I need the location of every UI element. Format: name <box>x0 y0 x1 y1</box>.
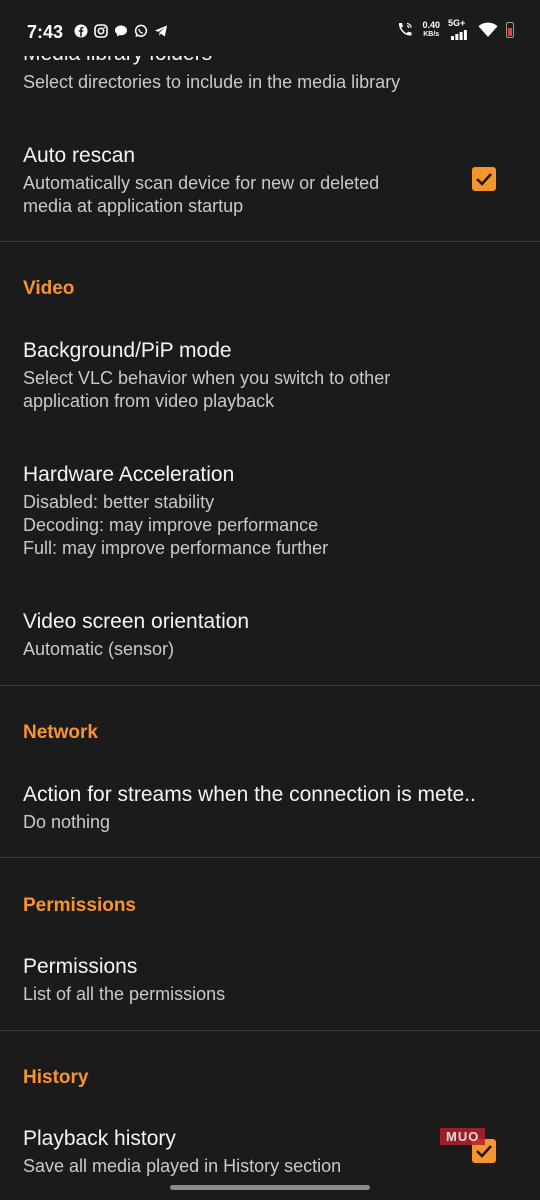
video-orientation-subtitle: Automatic (sensor) <box>23 639 175 659</box>
metered-connection-item[interactable]: Action for streams when the connection i… <box>0 770 540 850</box>
battery-icon <box>506 22 514 38</box>
permissions-section-header: Permissions <box>23 895 136 916</box>
status-bar: 7:43 0.40 KB/s 5G+ <box>0 0 540 56</box>
check-icon <box>476 173 492 186</box>
auto-rescan-item[interactable]: Auto rescan Automatically scan device fo… <box>0 130 540 235</box>
permissions-subtitle: List of all the permissions <box>23 984 226 1004</box>
hardware-acceleration-subtitle: Disabled: better stability Decoding: may… <box>23 492 329 558</box>
network-section-header: Network <box>23 722 98 743</box>
divider <box>0 241 540 242</box>
check-icon <box>476 1145 492 1158</box>
video-section-header: Video <box>23 278 75 299</box>
whatsapp-icon <box>134 24 148 38</box>
wifi-call-icon <box>399 22 413 36</box>
background-pip-title: Background/PiP mode <box>23 339 232 362</box>
instagram-icon <box>94 24 108 38</box>
permissions-title: Permissions <box>23 955 138 978</box>
network-speed: 0.40 KB/s <box>422 20 440 40</box>
network-speed-unit: KB/s <box>423 31 440 38</box>
background-pip-subtitle: Select VLC behavior when you switch to o… <box>23 368 391 411</box>
divider <box>0 1030 540 1031</box>
permissions-item[interactable]: Permissions List of all the permissions <box>0 942 540 1022</box>
hardware-acceleration-item[interactable]: Hardware Acceleration Disabled: better s… <box>0 450 540 575</box>
wifi-icon <box>478 22 498 37</box>
network-type: 5G+ <box>448 18 466 28</box>
auto-rescan-checkbox[interactable] <box>472 167 496 191</box>
telegram-icon <box>155 25 167 37</box>
facebook-icon <box>74 24 88 38</box>
hardware-acceleration-title: Hardware Acceleration <box>23 463 235 486</box>
system-icons: 0.40 KB/s 5G+ <box>396 18 514 40</box>
divider <box>0 857 540 858</box>
playback-history-title: Playback history <box>23 1127 176 1150</box>
auto-rescan-title: Auto rescan <box>23 144 136 167</box>
chat-icon <box>115 25 127 37</box>
history-section-header: History <box>23 1067 89 1088</box>
metered-connection-title: Action for streams when the connection i… <box>23 783 476 806</box>
network-speed-value: 0.40 <box>422 20 440 30</box>
playback-history-subtitle: Save all media played in History section <box>23 1156 342 1176</box>
video-orientation-title: Video screen orientation <box>23 610 250 633</box>
clock: 7:43 <box>27 22 64 42</box>
media-library-subtitle: Select directories to include in the med… <box>23 72 401 92</box>
metered-connection-subtitle: Do nothing <box>23 812 111 832</box>
signal-icon <box>451 30 467 40</box>
background-pip-item[interactable]: Background/PiP mode Select VLC behavior … <box>0 325 540 425</box>
cellular-indicator: 5G+ <box>448 18 470 40</box>
notification-icons <box>74 24 168 38</box>
auto-rescan-subtitle: Automatically scan device for new or del… <box>23 173 380 216</box>
watermark-logo: MUO <box>440 1128 486 1145</box>
gesture-nav-bar[interactable] <box>170 1185 370 1190</box>
divider <box>0 685 540 686</box>
video-orientation-item[interactable]: Video screen orientation Automatic (sens… <box>0 597 540 677</box>
